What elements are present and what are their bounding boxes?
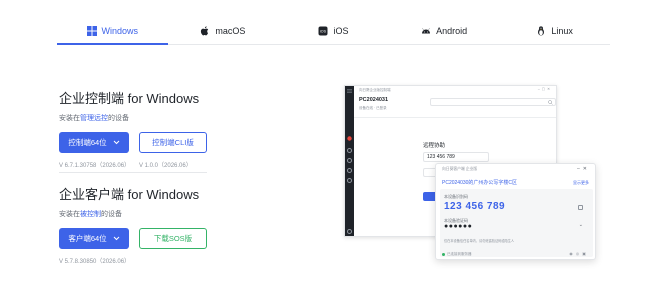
controller-subtitle: 安装在管理远控的设备 xyxy=(59,113,207,123)
remote-assist-title: 远程协助 xyxy=(423,143,446,149)
subtitle-suffix: 的设备 xyxy=(101,211,122,218)
client-versions: V 5.7.8.30850（2026.06） xyxy=(59,256,207,265)
app-window-title: 向日葵企业版控制端 xyxy=(359,88,391,92)
version-text: V 1.0.0（2026.06） xyxy=(139,163,192,169)
client-section: 企业客户端 for Windows 安装在被控制的设备 客户端64位 下载SOS… xyxy=(59,184,207,265)
logo-icon xyxy=(347,136,352,141)
controller-versions: V 6.7.1.30758（2026.06） V 1.0.0（2026.06） xyxy=(59,160,207,169)
version-text: V 6.7.1.30758（2026.06） xyxy=(59,163,131,169)
subtitle-link[interactable]: 管理远控 xyxy=(80,115,108,122)
panel-title: 向日葵客户端 企业版 xyxy=(442,167,478,171)
nav-icon xyxy=(347,178,352,183)
subtitle-prefix: 安装在 xyxy=(59,211,80,218)
panel-id-code: 123 456 789 xyxy=(444,201,506,212)
panel-note: 仅在本设备信任名单内，请勿泄露验证码给陌生人 xyxy=(444,239,515,243)
tab-label: Linux xyxy=(551,26,573,36)
tab-windows[interactable]: Windows xyxy=(57,18,168,45)
tab-android[interactable]: Android xyxy=(389,18,500,44)
client-sos-button[interactable]: 下载SOS版 xyxy=(139,228,207,249)
subtitle-link[interactable]: 被控制 xyxy=(80,211,101,218)
window-controls: –✕ xyxy=(577,166,590,172)
chevron-down-icon xyxy=(113,140,120,145)
button-label: 客户端64位 xyxy=(68,234,107,243)
nav-icon xyxy=(347,158,352,163)
copy-icon xyxy=(578,205,583,210)
section-divider xyxy=(59,172,207,173)
tab-ios[interactable]: iOS iOS xyxy=(278,18,389,44)
nav-icon xyxy=(347,148,352,153)
search-icon xyxy=(548,100,553,105)
windows-icon xyxy=(86,25,97,36)
linux-icon xyxy=(538,26,545,36)
panel-footer-icons: ◉◎▣ xyxy=(569,251,589,256)
tab-label: Android xyxy=(436,26,468,36)
nav-icon xyxy=(347,168,352,173)
button-label: 控制端64位 xyxy=(68,138,107,147)
app-preview-sidebar xyxy=(345,86,354,236)
chevron-down-icon: ⌄ xyxy=(578,222,583,228)
tab-macos[interactable]: macOS xyxy=(168,18,279,44)
os-tab-bar: Windows macOS iOS iOS Android Linux xyxy=(57,18,610,45)
controller-cli-button[interactable]: 控制端CLI版 xyxy=(139,132,207,153)
remote-id-field: 123 456 789 xyxy=(423,152,489,162)
menu-icon xyxy=(347,89,352,93)
apple-icon xyxy=(201,26,209,36)
client-subtitle: 安装在被控制的设备 xyxy=(59,209,207,219)
svg-text:iOS: iOS xyxy=(320,30,327,34)
panel-footer-text: 已连接到服务器 xyxy=(447,252,472,256)
controller-64bit-button[interactable]: 控制端64位 xyxy=(59,132,129,153)
client-buttons: 客户端64位 下载SOS版 xyxy=(59,228,207,249)
app-preview-header: 向日葵企业版控制端 –▢✕ PC2024031 设备在线 · 已登录 xyxy=(354,86,556,118)
panel-pass-dots: ●●●●●● xyxy=(444,223,473,230)
window-controls: –▢✕ xyxy=(537,87,552,91)
app-search-box xyxy=(430,98,556,106)
client-title: 企业客户端 for Windows xyxy=(59,187,200,202)
panel-device-name: PC2024030的广州办公写字楼C区 xyxy=(442,180,518,186)
settings-icon xyxy=(347,229,352,234)
app-status: 设备在线 · 已登录 xyxy=(359,106,387,110)
button-label: 下载SOS版 xyxy=(153,234,193,243)
client-preview-panel: 向日葵客户端 企业版 –✕ PC2024030的广州办公写字楼C区 显示更多 本… xyxy=(435,163,596,260)
tab-label: iOS xyxy=(333,26,349,36)
client-64bit-button[interactable]: 客户端64位 xyxy=(59,228,129,249)
android-icon xyxy=(422,28,431,34)
controller-section: 企业控制端 for Windows 安装在管理远控的设备 控制端64位 控制端C… xyxy=(59,88,207,169)
controller-buttons: 控制端64位 控制端CLI版 xyxy=(59,132,207,153)
button-label: 控制端CLI版 xyxy=(152,138,194,147)
tab-linux[interactable]: Linux xyxy=(499,18,610,44)
chevron-down-icon xyxy=(113,236,120,241)
subtitle-prefix: 安装在 xyxy=(59,115,80,122)
panel-link: 显示更多 xyxy=(573,180,589,185)
ios-icon: iOS xyxy=(318,26,328,36)
panel-footer: 已连接到服务器 xyxy=(442,252,472,257)
subtitle-suffix: 的设备 xyxy=(108,115,129,122)
tab-label: Windows xyxy=(101,25,139,36)
status-dot-icon xyxy=(442,252,445,256)
controller-title: 企业控制端 for Windows xyxy=(59,91,200,106)
version-text: V 5.7.8.30850（2026.06） xyxy=(59,259,131,265)
panel-id-label: 本设备识别码 xyxy=(444,194,468,199)
app-device-name: PC2024031 xyxy=(359,97,389,103)
tab-label: macOS xyxy=(215,26,246,36)
